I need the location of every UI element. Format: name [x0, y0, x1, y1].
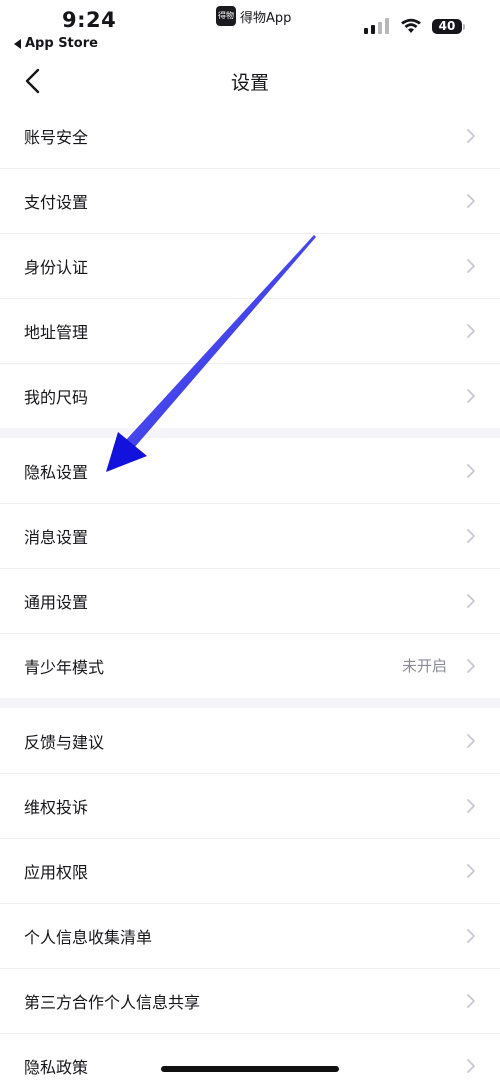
settings-item-label: 账号安全 [24, 127, 89, 147]
signal-icon [364, 18, 389, 34]
settings-list: 账号安全 支付设置 身份认证 地址管理 我的尺码 隐私设置 消息设置 通用设置 … [0, 103, 500, 1082]
settings-item-label: 隐私政策 [24, 1057, 89, 1077]
status-time: 9:24 [62, 8, 117, 32]
section-divider [0, 428, 500, 438]
back-app-label: App Store [25, 36, 98, 51]
app-name: 得物App [240, 10, 292, 26]
chevron-right-icon [467, 928, 475, 943]
chevron-right-icon [467, 128, 475, 143]
status-bar: 9:24 App Store 得物 得物App 40 [0, 0, 500, 56]
teen-mode-status: 未开启 [401, 657, 447, 675]
settings-item-label: 青少年模式 [24, 657, 105, 677]
settings-item-teen-mode[interactable]: 青少年模式 未开启 [0, 633, 500, 698]
settings-item-label: 第三方合作个人信息共享 [24, 992, 201, 1012]
chevron-right-icon [467, 388, 475, 403]
chevron-right-icon [467, 193, 475, 208]
app-logo-icon: 得物 [216, 6, 236, 26]
settings-item-complaints[interactable]: 维权投诉 [0, 773, 500, 838]
chevron-right-icon [467, 658, 475, 673]
chevron-right-icon [467, 733, 475, 748]
settings-item-payment[interactable]: 支付设置 [0, 168, 500, 233]
page-title: 设置 [230, 72, 269, 94]
home-indicator[interactable] [161, 1066, 339, 1072]
chevron-right-icon [467, 798, 475, 813]
chevron-right-icon [467, 323, 475, 338]
settings-item-app-permissions[interactable]: 应用权限 [0, 838, 500, 903]
wifi-icon [401, 18, 421, 33]
settings-item-third-party-sharing[interactable]: 第三方合作个人信息共享 [0, 968, 500, 1033]
settings-item-label: 维权投诉 [24, 797, 89, 817]
back-to-app-store[interactable]: App Store [14, 36, 98, 51]
settings-item-privacy-policy[interactable]: 隐私政策 [0, 1033, 500, 1082]
settings-item-label: 消息设置 [24, 527, 89, 547]
settings-item-identity-verification[interactable]: 身份认证 [0, 233, 500, 298]
section-divider [0, 698, 500, 708]
battery-icon: 40 [432, 18, 465, 34]
settings-item-messages[interactable]: 消息设置 [0, 503, 500, 568]
chevron-right-icon [467, 528, 475, 543]
chevron-right-icon [467, 258, 475, 273]
settings-item-label: 身份认证 [24, 257, 89, 277]
system-icons: 40 [364, 18, 465, 34]
settings-item-account-security[interactable]: 账号安全 [0, 103, 500, 168]
settings-item-privacy[interactable]: 隐私设置 [0, 438, 500, 503]
settings-item-my-size[interactable]: 我的尺码 [0, 363, 500, 428]
settings-item-feedback[interactable]: 反馈与建议 [0, 708, 500, 773]
settings-item-label: 隐私设置 [24, 462, 89, 482]
chevron-right-icon [467, 993, 475, 1008]
settings-screen: 9:24 App Store 得物 得物App 40 设置 账号安全 支付设置 … [0, 0, 500, 1082]
settings-item-label: 通用设置 [24, 592, 89, 612]
settings-item-general[interactable]: 通用设置 [0, 568, 500, 633]
settings-item-personal-info-list[interactable]: 个人信息收集清单 [0, 903, 500, 968]
chevron-right-icon [467, 463, 475, 478]
settings-item-label: 我的尺码 [24, 387, 89, 407]
settings-item-label: 个人信息收集清单 [24, 927, 153, 947]
nav-bar: 设置 [0, 56, 500, 106]
chevron-right-icon [467, 1058, 475, 1073]
back-triangle-icon [14, 38, 21, 49]
settings-item-address[interactable]: 地址管理 [0, 298, 500, 363]
chevron-right-icon [467, 593, 475, 608]
settings-item-label: 地址管理 [24, 322, 89, 342]
settings-item-label: 反馈与建议 [24, 732, 105, 752]
settings-item-label: 支付设置 [24, 192, 89, 212]
settings-item-label: 应用权限 [24, 862, 89, 882]
current-app-badge: 得物 得物App [216, 6, 291, 26]
chevron-right-icon [467, 863, 475, 878]
